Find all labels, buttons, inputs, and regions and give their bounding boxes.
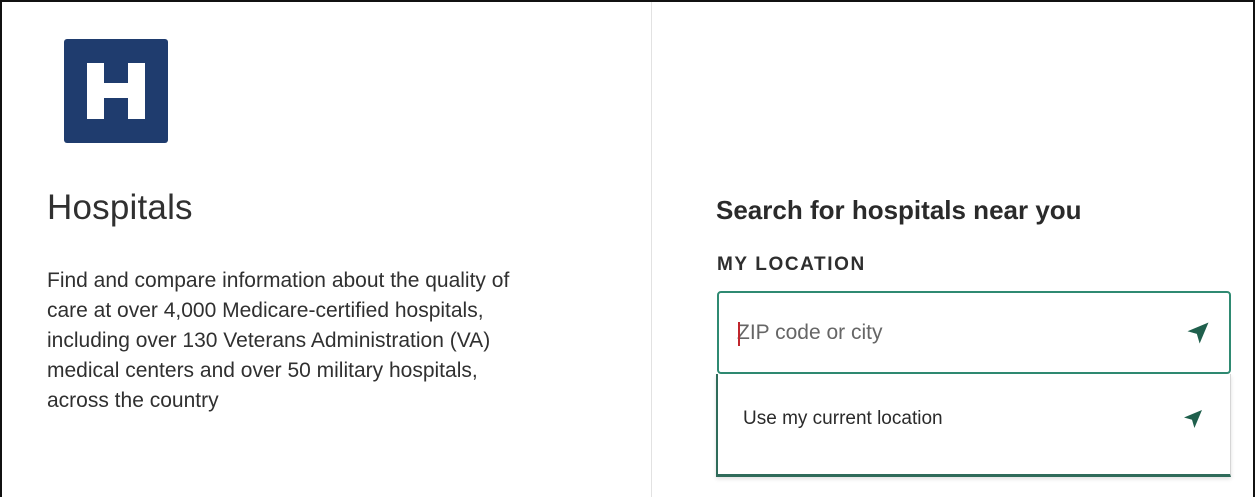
column-divider [651,2,652,497]
use-location-button[interactable] [1183,318,1213,348]
navigation-arrow-icon [1180,406,1206,432]
text-caret [738,322,740,346]
use-current-location-option[interactable]: Use my current location [718,374,1230,466]
use-current-location-label: Use my current location [743,408,943,429]
search-heading: Search for hospitals near you [716,195,1082,225]
navigation-arrow-icon [1187,322,1209,344]
hospital-h-icon [87,63,145,119]
hospital-logo-icon [64,39,168,143]
location-input[interactable] [737,293,1157,372]
page-title: Hospitals [47,188,193,227]
my-location-label: MY LOCATION [717,254,866,275]
hospital-description: Find and compare information about the q… [47,269,510,412]
location-suggestions-dropdown: Use my current location [716,374,1231,477]
location-search-box [717,291,1231,374]
